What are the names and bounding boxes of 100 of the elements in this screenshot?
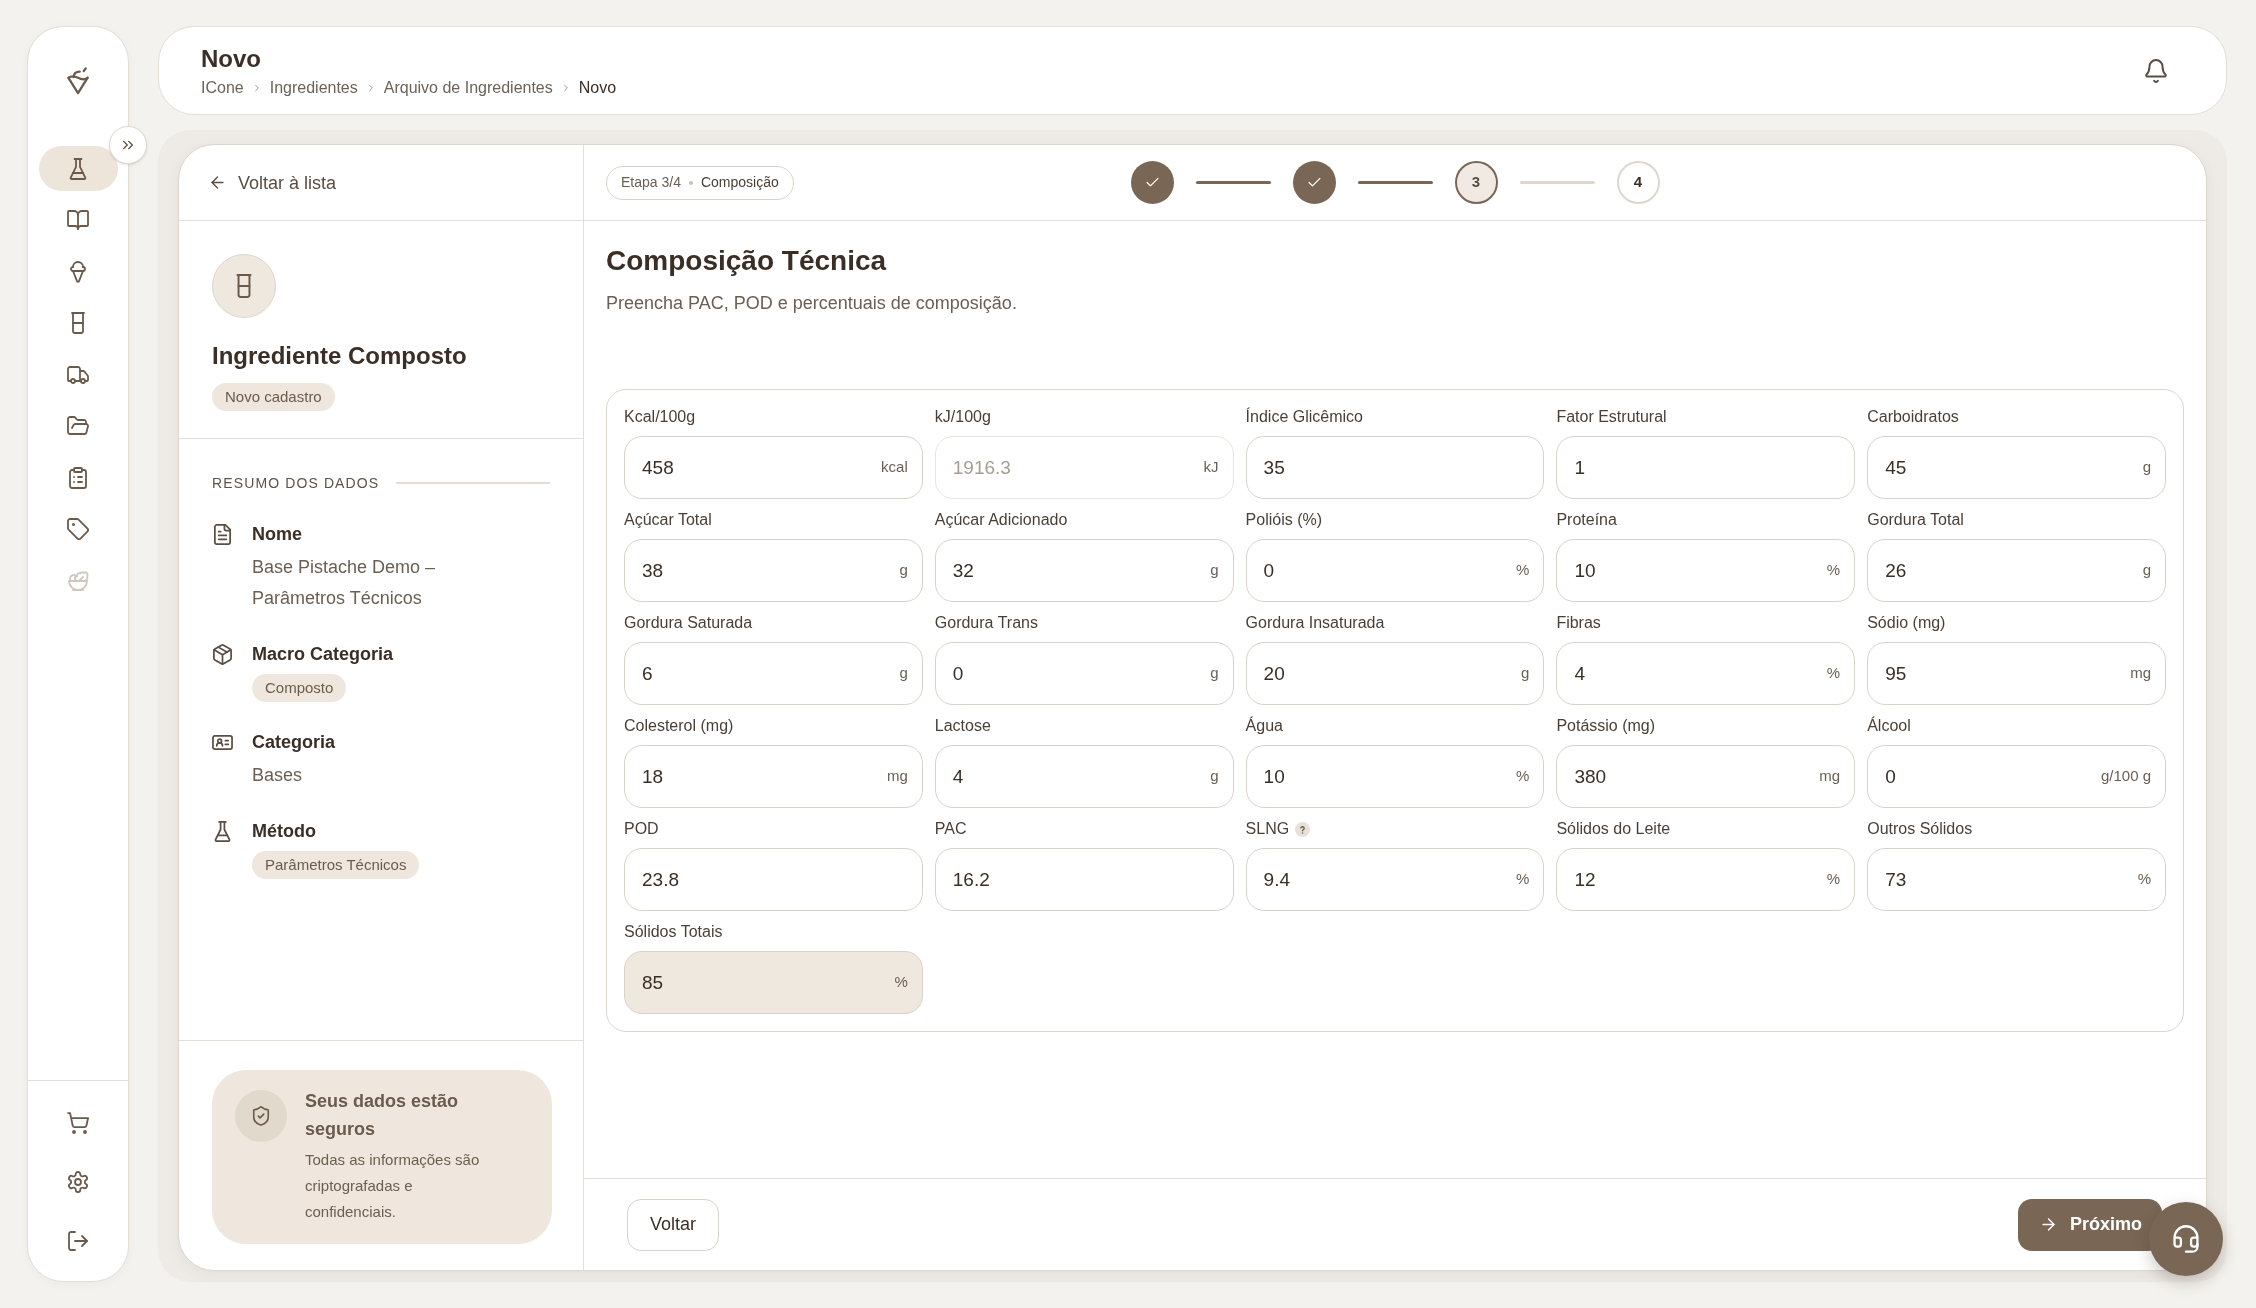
- breadcrumb-link[interactable]: ICone: [201, 77, 244, 98]
- salad-bowl-icon: [67, 569, 89, 592]
- field-label: Gordura Trans: [934, 613, 1038, 633]
- check-icon: [1306, 175, 1322, 190]
- unit-label: %: [2137, 869, 2151, 889]
- field-label: Gordura Saturada: [624, 613, 753, 633]
- folder-icon: [67, 415, 89, 437]
- field-label: Polióis (%): [1245, 510, 1323, 530]
- headset-icon: [2172, 1225, 2200, 1253]
- unit-label: %: [1516, 766, 1530, 786]
- section-title: Composição Técnica: [606, 244, 888, 278]
- step-name: Composição: [700, 173, 779, 192]
- document-icon: [212, 523, 233, 545]
- field-label: POD: [624, 819, 659, 839]
- field-label: Outros Sólidos: [1867, 819, 1973, 839]
- unit-label: mg: [1819, 766, 1841, 786]
- shield-check-icon: [235, 1090, 287, 1142]
- breadcrumb-link[interactable]: Arquivo de Ingredientes: [383, 77, 553, 98]
- unit-label: %: [1516, 560, 1530, 580]
- security-note-text: Todas as informações são criptografadas e confidenciais.: [305, 1150, 481, 1222]
- collapse-button[interactable]: [109, 126, 147, 164]
- unit-label: %: [1826, 869, 1841, 889]
- package-icon: [212, 643, 233, 665]
- summary-value: Base Pistache Demo – Parâmetros Técnicos: [252, 556, 437, 610]
- input-field[interactable]: 16.2: [934, 848, 1234, 911]
- sidebar-item[interactable]: [38, 146, 118, 191]
- unit-label: %: [1826, 663, 1841, 683]
- field-label: PAC: [934, 819, 967, 839]
- status-badge: Novo cadastro: [212, 383, 335, 411]
- unit-label: %: [1826, 560, 1841, 580]
- field-label: Álcool: [1867, 716, 1911, 736]
- field-label: Fator Estrutural: [1556, 407, 1667, 427]
- logo-icon: [64, 66, 92, 96]
- bell-icon[interactable]: [2144, 58, 2168, 83]
- breadcrumb-current: Novo: [578, 77, 617, 98]
- field-label: Açúcar Adicionado: [934, 510, 1068, 530]
- unit-label: %: [894, 972, 908, 992]
- field-label: Lactose: [934, 716, 991, 736]
- unit-label: g: [2142, 560, 2151, 580]
- unit-label: g: [1210, 663, 1219, 683]
- field-label: Potássio (mg): [1556, 716, 1656, 736]
- field-label: Índice Glicêmico: [1245, 407, 1363, 427]
- security-note-title: Seus dados estão seguros: [305, 1090, 460, 1141]
- unit-label: g: [1210, 766, 1219, 786]
- field-label: Água: [1245, 716, 1283, 736]
- field-label: Colesterol (mg): [624, 716, 734, 736]
- settings-icon[interactable]: [67, 1170, 89, 1193]
- summary-badge: Parâmetros Técnicos: [252, 851, 420, 879]
- book-icon: [67, 209, 89, 231]
- unit-label: g: [899, 560, 908, 580]
- summary-label: Método: [252, 820, 316, 843]
- page-title: Novo: [201, 43, 262, 74]
- field-label: SLNG: [1245, 819, 1290, 839]
- back-button[interactable]: Voltar: [627, 1198, 720, 1251]
- arrow-right-icon: [2039, 1216, 2057, 1233]
- summary-label: Categoria: [252, 731, 336, 754]
- step-indicator: 4: [1616, 161, 1660, 204]
- field-label: Gordura Insaturada: [1245, 613, 1385, 633]
- logout-icon[interactable]: [67, 1229, 89, 1252]
- input-field[interactable]: 1: [1556, 436, 1856, 499]
- field-label: Gordura Total: [1867, 510, 1964, 530]
- unit-label: g/100 g: [2100, 766, 2151, 786]
- truck-icon: [67, 363, 89, 386]
- back-link[interactable]: Voltar à lista: [209, 170, 337, 195]
- breadcrumb-link[interactable]: Ingredientes: [269, 77, 358, 98]
- section-subtitle: Preencha PAC, POD e percentuais de composição.: [606, 292, 1018, 315]
- unit-label: g: [1521, 663, 1530, 683]
- field-label: Kcal/100g: [624, 407, 696, 427]
- check-icon: [1144, 175, 1160, 190]
- unit-label: g: [2142, 457, 2151, 477]
- ice-cream-cone-icon: [67, 260, 89, 283]
- next-button[interactable]: Próximo: [2017, 1198, 2162, 1251]
- ingredient-title: Ingrediente Composto: [212, 341, 467, 371]
- field-label: Fibras: [1556, 613, 1601, 633]
- section-heading: RESUMO DOS DADOS: [212, 474, 380, 492]
- field-label: Açúcar Total: [624, 510, 712, 530]
- field-label: Sódio (mg): [1867, 613, 1946, 633]
- help-icon[interactable]: [1295, 821, 1311, 837]
- unit-label: g: [1210, 560, 1219, 580]
- unit-label: kJ: [1203, 457, 1219, 477]
- cart-icon[interactable]: [67, 1111, 89, 1134]
- flask-icon: [67, 157, 89, 180]
- unit-label: mg: [2130, 663, 2151, 683]
- unit-label: %: [1516, 869, 1530, 889]
- unit-label: mg: [886, 766, 908, 786]
- field-label: Sólidos Totais: [624, 922, 723, 942]
- unit-label: kcal: [881, 457, 908, 477]
- field-label: Carboidratos: [1867, 407, 1959, 427]
- summary-badge: Composto: [252, 674, 347, 702]
- field-label: kJ/100g: [934, 407, 991, 427]
- unit-label: g: [899, 663, 908, 683]
- summary-label: Nome: [252, 523, 302, 546]
- flask-icon: [212, 820, 233, 842]
- clipboard-icon: [67, 466, 89, 489]
- step-counter: Etapa 3/4: [621, 173, 681, 192]
- tag-icon: [67, 518, 89, 540]
- input-field[interactable]: 35: [1245, 436, 1545, 499]
- field-label: Sólidos do Leite: [1556, 819, 1671, 839]
- summary-value: Bases: [252, 764, 303, 787]
- input-field[interactable]: 23.8: [624, 848, 923, 911]
